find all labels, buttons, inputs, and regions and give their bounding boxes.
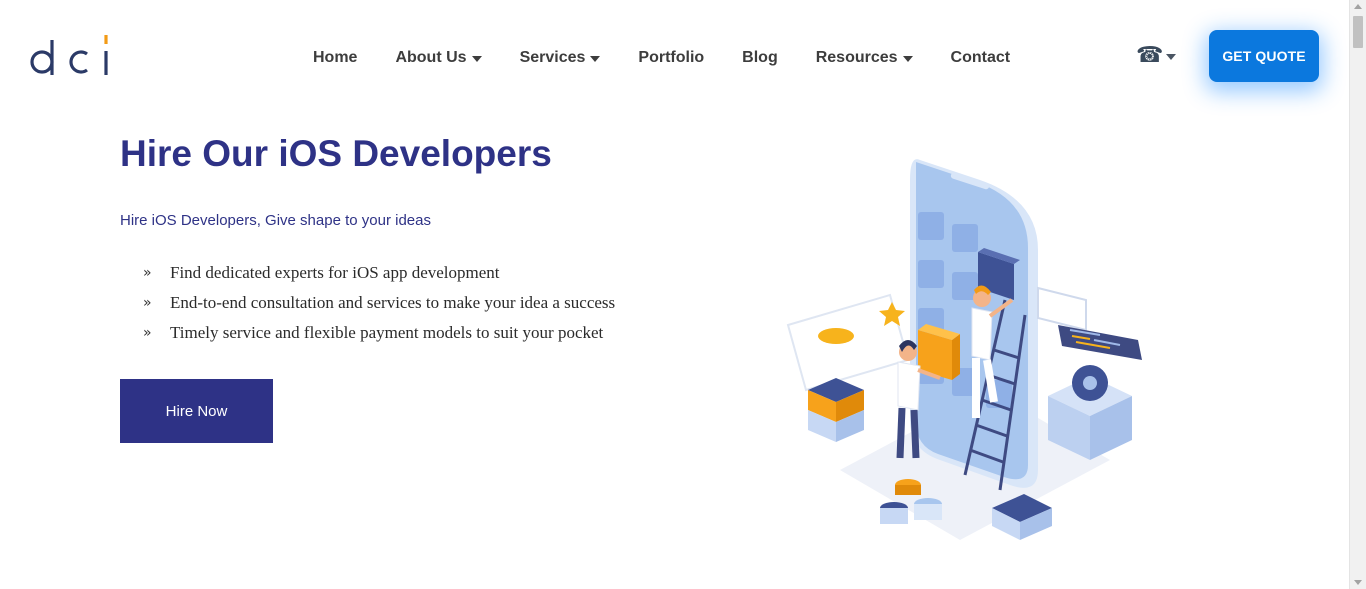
- nav-resources[interactable]: Resources: [816, 49, 913, 67]
- phone-dropdown[interactable]: ☎: [1136, 43, 1177, 68]
- list-item-text: End-to-end consultation and services to …: [170, 293, 616, 312]
- list-item: » Timely service and flexible payment mod…: [143, 318, 615, 348]
- chevron-down-icon: [590, 55, 601, 62]
- nav-blog[interactable]: Blog: [742, 49, 778, 67]
- nav-services-label: Services: [519, 49, 586, 66]
- main-nav: Home About Us Services Portfolio Blog Re…: [313, 47, 1048, 69]
- double-chevron-right-icon: »: [143, 295, 152, 311]
- feature-list: » Find dedicated experts for iOS app deve…: [143, 258, 615, 348]
- hire-now-button[interactable]: Hire Now: [120, 379, 273, 443]
- nav-blog-label: Blog: [742, 49, 778, 66]
- ios-developers-illustration: [786, 159, 1142, 540]
- chevron-down-icon: [1166, 53, 1177, 60]
- site-header: Home About Us Services Portfolio Blog Re…: [0, 0, 1349, 112]
- get-quote-button[interactable]: GET QUOTE: [1209, 30, 1319, 82]
- scrollbar-thumb[interactable]: [1353, 16, 1363, 48]
- list-item: » End-to-end consultation and services to…: [143, 288, 615, 318]
- scroll-down-arrow-icon[interactable]: [1354, 580, 1362, 585]
- vertical-scrollbar[interactable]: [1349, 0, 1366, 589]
- page: Home About Us Services Portfolio Blog Re…: [0, 0, 1349, 589]
- nav-about-us[interactable]: About Us: [395, 49, 482, 67]
- hero-subtitle: Hire iOS Developers, Give shape to your …: [120, 212, 431, 229]
- nav-contact[interactable]: Contact: [951, 49, 1011, 67]
- telephone-icon: ☎: [1136, 43, 1164, 68]
- nav-home-label: Home: [313, 49, 358, 66]
- nav-portfolio-label: Portfolio: [638, 49, 705, 66]
- chevron-down-icon: [902, 55, 913, 62]
- list-item-text: Find dedicated experts for iOS app devel…: [170, 263, 500, 282]
- nav-contact-label: Contact: [950, 49, 1011, 66]
- list-item-text: Timely service and flexible payment mode…: [170, 323, 604, 342]
- nav-home[interactable]: Home: [313, 49, 357, 67]
- double-chevron-right-icon: »: [143, 265, 152, 281]
- chevron-down-icon: [471, 55, 482, 62]
- double-chevron-right-icon: »: [143, 325, 152, 341]
- nav-portfolio[interactable]: Portfolio: [638, 49, 704, 67]
- dci-logo[interactable]: [30, 30, 114, 82]
- nav-resources-label: Resources: [815, 49, 898, 66]
- list-item: » Find dedicated experts for iOS app deve…: [143, 258, 615, 288]
- hero-title: Hire Our iOS Developers: [120, 133, 552, 174]
- nav-about-us-label: About Us: [395, 49, 467, 66]
- scroll-up-arrow-icon[interactable]: [1354, 4, 1362, 9]
- nav-services[interactable]: Services: [520, 49, 601, 67]
